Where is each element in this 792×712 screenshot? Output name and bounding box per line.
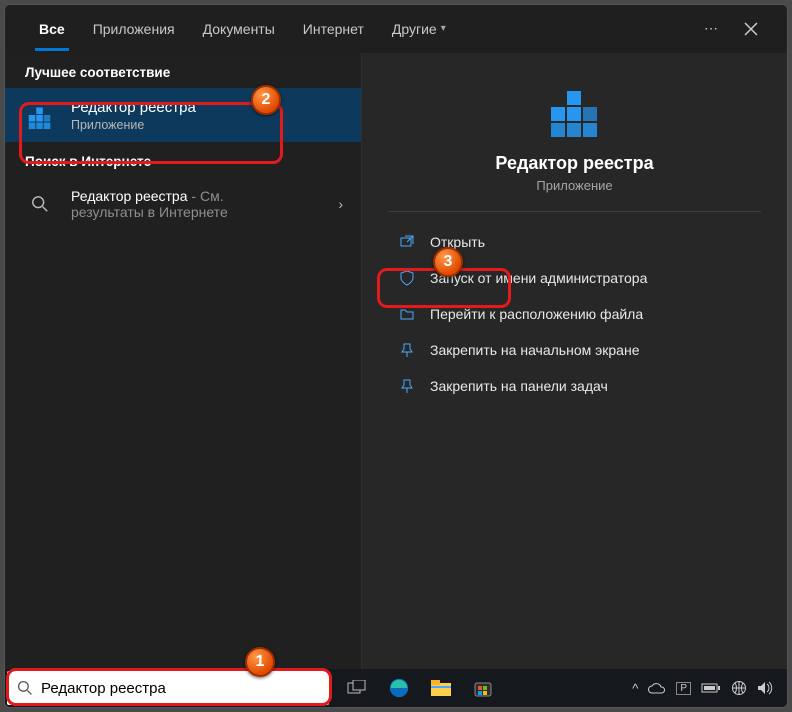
- tab-apps[interactable]: Приложения: [79, 7, 189, 51]
- tab-web[interactable]: Интернет: [289, 7, 378, 51]
- tab-other[interactable]: Другие ▾: [378, 7, 460, 51]
- result-subtitle: Приложение: [71, 118, 343, 132]
- network-icon[interactable]: [731, 680, 747, 696]
- taskbar-app-explorer[interactable]: [421, 669, 461, 707]
- taskbar-search-box[interactable]: [7, 671, 329, 705]
- battery-icon[interactable]: [701, 682, 721, 694]
- volume-icon[interactable]: [757, 681, 773, 695]
- search-filter-tabs: Все Приложения Документы Интернет Другие…: [5, 5, 787, 53]
- action-file-location[interactable]: Перейти к расположению файла: [388, 298, 761, 330]
- taskbar-app-store[interactable]: [463, 669, 503, 707]
- language-indicator[interactable]: Р: [676, 682, 691, 695]
- task-view-button[interactable]: [337, 669, 377, 707]
- action-open[interactable]: Открыть: [388, 226, 761, 258]
- onedrive-icon[interactable]: [648, 682, 666, 694]
- preview-panel: Редактор реестра Приложение Открыть: [361, 53, 787, 669]
- action-run-as-admin[interactable]: Запуск от имени администратора: [388, 262, 761, 294]
- search-input[interactable]: [41, 680, 319, 697]
- folder-icon: [398, 306, 416, 322]
- pin-icon: [398, 342, 416, 358]
- more-options-button[interactable]: ⋯: [691, 9, 731, 49]
- web-result-line2: результаты в Интернете: [71, 204, 324, 220]
- shield-icon: [398, 270, 416, 286]
- action-pin-taskbar[interactable]: Закрепить на панели задач: [388, 370, 761, 402]
- section-web-search: Поиск в Интернете: [5, 142, 361, 177]
- search-icon: [17, 680, 33, 696]
- tab-documents[interactable]: Документы: [189, 7, 289, 51]
- action-pin-start[interactable]: Закрепить на начальном экране: [388, 334, 761, 366]
- open-icon: [398, 234, 416, 250]
- regedit-icon: [543, 75, 607, 139]
- preview-actions: Открыть Запуск от имени администратора П…: [388, 212, 761, 402]
- web-result-title: Редактор реестра: [71, 188, 188, 204]
- results-panel: Лучшее соответствие Редактор реестра: [5, 53, 361, 669]
- taskbar: ^ Р: [5, 669, 787, 707]
- search-icon: [23, 187, 57, 221]
- chevron-right-icon: ›: [338, 196, 343, 212]
- taskbar-app-edge[interactable]: [379, 669, 419, 707]
- best-match-result[interactable]: Редактор реестра Приложение: [5, 88, 361, 142]
- pin-icon: [398, 378, 416, 394]
- preview-subtitle: Приложение: [536, 178, 612, 193]
- result-title: Редактор реестра: [71, 99, 343, 116]
- section-best-match: Лучшее соответствие: [5, 53, 361, 88]
- web-search-result[interactable]: Редактор реестра - См. результаты в Инте…: [5, 177, 361, 231]
- regedit-icon: [23, 98, 57, 132]
- tray-chevron-up-icon[interactable]: ^: [632, 681, 638, 696]
- start-search-window: Все Приложения Документы Интернет Другие…: [5, 5, 787, 669]
- tab-all[interactable]: Все: [25, 7, 79, 51]
- chevron-down-icon: ▾: [441, 7, 446, 51]
- preview-title: Редактор реестра: [495, 153, 653, 174]
- system-tray[interactable]: ^ Р: [618, 680, 787, 696]
- close-button[interactable]: [731, 9, 771, 49]
